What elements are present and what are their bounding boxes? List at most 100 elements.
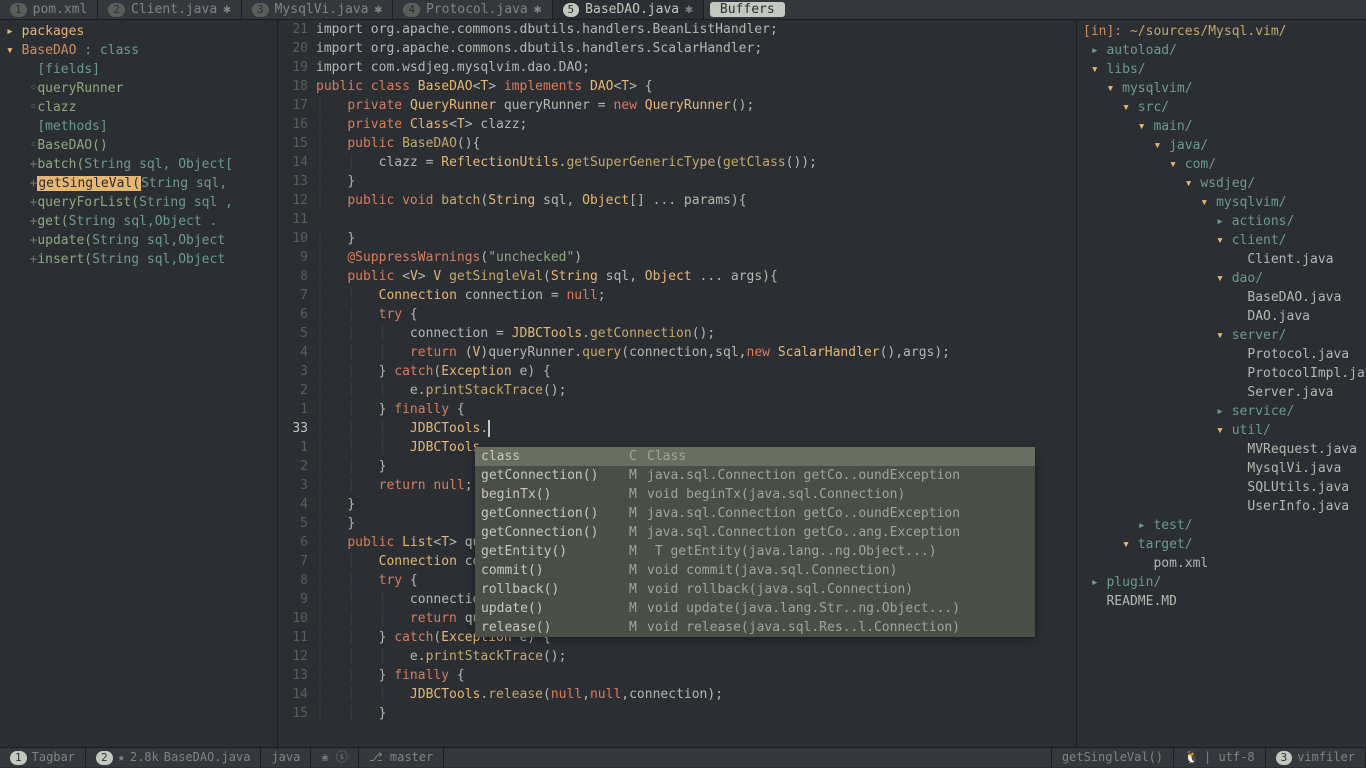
file-tree-item[interactable]: ▾ mysqlvim/ [1077,79,1366,98]
completion-item[interactable]: getConnection()Mjava.sql.Connection getC… [475,504,1035,523]
file-tree-item[interactable]: ▾ main/ [1077,117,1366,136]
code-line[interactable]: 2│ │ │ e.printStackTrace(); [278,381,1076,400]
tab-client-java[interactable]: 2Client.java ✱ [98,0,242,19]
file-tree-label: SQLUtils.java [1247,480,1349,495]
file-tree-item[interactable]: MVRequest.java [1077,440,1366,459]
status-filesize: 2.8k [130,748,159,767]
code-line[interactable]: 4│ │ │ return (V)queryRunner.query(conne… [278,343,1076,362]
code-line[interactable]: 3│ │ } catch(Exception e) { [278,362,1076,381]
code-line[interactable]: 9│ @SuppressWarnings("unchecked") [278,248,1076,267]
field-queryrunner[interactable]: queryRunner [37,81,123,96]
tab-protocol-java[interactable]: 4Protocol.java ✱ [393,0,552,19]
code-line[interactable]: 13│ │ } finally { [278,666,1076,685]
code-line[interactable]: 15│ │ } [278,704,1076,723]
completion-item[interactable]: beginTx()Mvoid beginTx(java.sql.Connecti… [475,485,1035,504]
file-tree-item[interactable]: DAO.java [1077,307,1366,326]
file-tree-item[interactable]: ▾ server/ [1077,326,1366,345]
file-tree-item[interactable]: Protocol.java [1077,345,1366,364]
code-line[interactable]: 10│ } [278,229,1076,248]
class-name[interactable]: BaseDAO [22,43,77,58]
completion-item[interactable]: update()Mvoid update(java.lang.Str..ng.O… [475,599,1035,618]
method-batch[interactable]: batch( [37,157,84,172]
file-tree-item[interactable]: ▾ java/ [1077,136,1366,155]
method-update[interactable]: update( [37,233,92,248]
code-content: │ public BaseDAO(){ [316,134,1076,153]
code-line[interactable]: 18public class BaseDAO<T> implements DAO… [278,77,1076,96]
completion-item[interactable]: getConnection()Mjava.sql.Connection getC… [475,466,1035,485]
file-tree-item[interactable]: ▾ util/ [1077,421,1366,440]
file-tree-label: service/ [1232,404,1295,419]
field-clazz[interactable]: clazz [37,100,76,115]
line-number: 18 [278,77,316,96]
file-tree-item[interactable]: ▾ wsdjeg/ [1077,174,1366,193]
code-line[interactable]: 14│ │ │ JDBCTools.release(null,null,conn… [278,685,1076,704]
code-line[interactable]: 17│ private QueryRunner queryRunner = ne… [278,96,1076,115]
file-tree-item[interactable]: MysqlVi.java [1077,459,1366,478]
code-line[interactable]: 20import org.apache.commons.dbutils.hand… [278,39,1076,58]
file-tree-item[interactable]: UserInfo.java [1077,497,1366,516]
completion-item[interactable]: commit()Mvoid commit(java.sql.Connection… [475,561,1035,580]
file-tree-item[interactable]: ▸ actions/ [1077,212,1366,231]
code-line[interactable]: 21import org.apache.commons.dbutils.hand… [278,20,1076,39]
method-queryforlist[interactable]: queryForList( [37,195,139,210]
method-insert[interactable]: insert( [37,252,92,267]
code-line[interactable]: 7│ │ Connection connection = null; [278,286,1076,305]
file-tree-item[interactable]: ▸ plugin/ [1077,573,1366,592]
code-line[interactable]: 8│ public <V> V getSingleVal(String sql,… [278,267,1076,286]
code-content: import com.wsdjeg.mysqlvim.dao.DAO; [316,58,1076,77]
file-tree-item[interactable]: ▸ test/ [1077,516,1366,535]
file-tree-item[interactable]: ▾ dao/ [1077,269,1366,288]
file-tree-item[interactable]: ▾ client/ [1077,231,1366,250]
file-tree-item[interactable]: ▾ com/ [1077,155,1366,174]
completion-desc: void release(java.sql.Res..l.Connection) [647,618,1029,637]
tab-label: Protocol.java [426,0,528,19]
file-tree-item[interactable]: ▾ libs/ [1077,60,1366,79]
code-line[interactable]: 16│ private Class<T> clazz; [278,115,1076,134]
code-line[interactable]: 6│ │ try { [278,305,1076,324]
file-tree-item[interactable]: Server.java [1077,383,1366,402]
completion-item[interactable]: release()Mvoid release(java.sql.Res..l.C… [475,618,1035,637]
file-tree-item[interactable]: ▸ autoload/ [1077,41,1366,60]
code-line[interactable]: 12│ public void batch(String sql, Object… [278,191,1076,210]
editor-pane[interactable]: classCClassgetConnection()Mjava.sql.Conn… [277,20,1077,747]
code-line[interactable]: 1│ │ } finally { [278,400,1076,419]
line-number: 14 [278,153,316,172]
completion-item[interactable]: rollback()Mvoid rollback(java.sql.Connec… [475,580,1035,599]
tux-icon: 🐧 [1184,748,1199,767]
completion-name: getEntity() [481,542,629,561]
code-line[interactable]: 5│ │ │ connection = JDBCTools.getConnect… [278,324,1076,343]
code-line[interactable]: 33│ │ │ JDBCTools. [278,419,1076,438]
packages-label[interactable]: packages [22,24,85,39]
code-line[interactable]: 11 [278,210,1076,229]
completion-item[interactable]: getConnection()Mjava.sql.Connection getC… [475,523,1035,542]
tab-pom-xml[interactable]: 1pom.xml [0,0,98,19]
code-line[interactable]: 15│ public BaseDAO(){ [278,134,1076,153]
file-tree-item[interactable]: ▸ service/ [1077,402,1366,421]
completion-desc: java.sql.Connection getCo..oundException [647,504,1029,523]
method-ctor[interactable]: BaseDAO() [37,138,107,153]
code-line[interactable]: 13│ } [278,172,1076,191]
file-tree-item[interactable]: ▾ src/ [1077,98,1366,117]
line-number: 4 [278,343,316,362]
file-tree-item[interactable]: BaseDAO.java [1077,288,1366,307]
code-line[interactable]: 12│ │ │ e.printStackTrace(); [278,647,1076,666]
file-tree-item[interactable]: Client.java [1077,250,1366,269]
file-tree-item[interactable]: SQLUtils.java [1077,478,1366,497]
tab-basedao-java[interactable]: 5BaseDAO.java ✱ [553,0,704,19]
method-get[interactable]: get( [37,214,68,229]
file-tree-item[interactable]: ProtocolImpl.java [1077,364,1366,383]
status-filetype: java [261,748,311,767]
completion-item[interactable]: getEntity()M T getEntity(java.lang..ng.O… [475,542,1035,561]
code-line[interactable]: 19import com.wsdjeg.mysqlvim.dao.DAO; [278,58,1076,77]
file-tree-item[interactable]: README.MD [1077,592,1366,611]
completion-item[interactable]: classCClass [475,447,1035,466]
buffers-button[interactable]: Buffers [710,2,785,17]
file-tree-item[interactable]: ▾ target/ [1077,535,1366,554]
tab-mysqlvi-java[interactable]: 3MysqlVi.java ✱ [242,0,393,19]
method-getsingleval[interactable]: getSingleVal( [37,176,141,191]
line-number: 9 [278,590,316,609]
file-tree-item[interactable]: pom.xml [1077,554,1366,573]
file-tree-item[interactable]: ▾ mysqlvim/ [1077,193,1366,212]
code-line[interactable]: 14│ │ clazz = ReflectionUtils.getSuperGe… [278,153,1076,172]
completion-popup[interactable]: classCClassgetConnection()Mjava.sql.Conn… [475,447,1035,637]
